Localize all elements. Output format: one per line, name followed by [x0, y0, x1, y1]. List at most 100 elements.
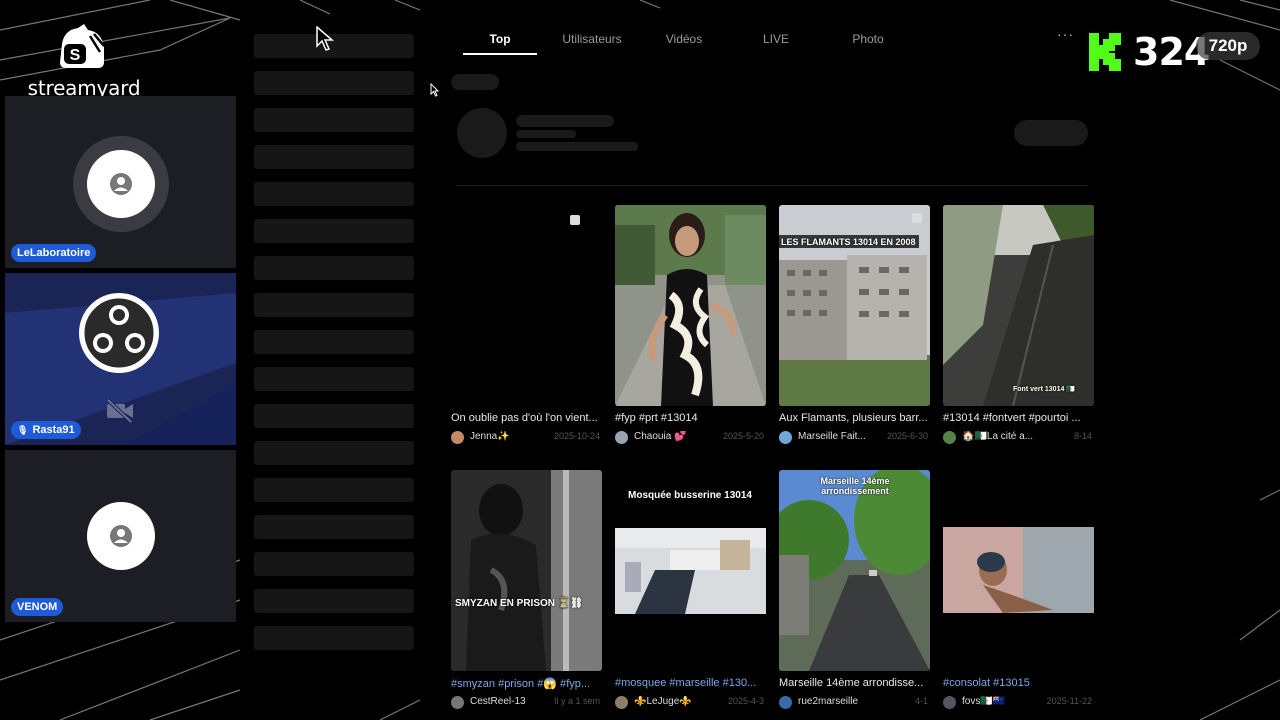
small-cursor-icon [430, 83, 439, 97]
participant-name-badge: VENOM [11, 598, 64, 616]
creator-avatar [779, 431, 792, 444]
post-date: 2025-4-3 [727, 696, 764, 706]
video-caption: Marseille 14ème arrondisse... [779, 677, 924, 689]
video-meta: Marseille Fait... 2025-6-30 [779, 430, 930, 446]
participant-tile[interactable]: VENOM [5, 450, 236, 622]
loading-sidebar [254, 34, 414, 663]
video-meta: ⚜️LeJuge⚜️ 2025-4-3 [615, 695, 766, 711]
participant-name: LeLaboratoire [17, 247, 91, 259]
streamyard-logo-icon: S [60, 24, 105, 68]
video-card[interactable]: #fyp #prt #13014 Chaouia 💕 2025-5-20 [615, 205, 766, 450]
creator-avatar [779, 696, 792, 709]
avatar [87, 150, 155, 218]
skeleton-item [254, 219, 414, 243]
user-icon [110, 525, 132, 547]
video-caption: Aux Flamants, plusieurs barr... [779, 412, 928, 424]
video-meta: rue2marseille 4-1 [779, 695, 930, 711]
skeleton-item [254, 441, 414, 465]
participant-tile[interactable]: LeLaboratoire [5, 96, 236, 268]
skeleton-item [254, 367, 414, 391]
avatar [87, 502, 155, 570]
user-icon [110, 173, 132, 195]
video-overlay-text: Marseille 14ème arrondissement [820, 476, 890, 496]
mic-icon: 🎙 [17, 425, 29, 435]
thumbnail-image [615, 205, 766, 406]
creator-name: CestReel-13 [470, 696, 526, 707]
quality-badge[interactable]: 720p [1196, 32, 1260, 60]
video-caption: #smyzan #prison #😱 #fyp... [451, 678, 591, 690]
search-tabs: Top Utilisateurs Vidéos LIVE Photo [463, 28, 1103, 56]
post-date: 4-1 [914, 696, 928, 706]
video-thumbnail[interactable]: SMYZAN EN PRISON ⏳⛓ [451, 470, 602, 671]
creator-avatar [451, 431, 464, 444]
creator-avatar [615, 696, 628, 709]
video-caption: #mosquee #marseille #130... [615, 677, 757, 689]
camera-off-icon [106, 398, 133, 424]
creator-avatar [615, 431, 628, 444]
post-date: 2025-6-30 [886, 431, 928, 441]
skeleton-line [516, 142, 638, 151]
video-meta: CestReel-13 Il y a 1 sem [451, 695, 602, 711]
participant-tile[interactable]: 🎙 Rasta91 [5, 273, 236, 445]
tab-live[interactable]: LIVE [739, 32, 813, 46]
skeleton-line [516, 115, 614, 127]
creator-avatar [943, 696, 956, 709]
video-card[interactable]: Font vert 13014 🇩🇿 #13014 #fontvert #pou… [943, 205, 1094, 450]
skeleton-item [254, 108, 414, 132]
thumbnail-image [779, 470, 930, 671]
video-thumbnail[interactable]: Mosquée busserine 13014 [615, 470, 766, 671]
video-thumbnail[interactable] [615, 205, 766, 406]
video-card[interactable]: LES FLAMANTS 13014 EN 2008 Aux Flamants,… [779, 205, 930, 450]
thumbnail-image [943, 470, 1094, 671]
photo-badge-icon [912, 213, 922, 223]
tab-top[interactable]: Top [463, 32, 537, 46]
video-meta: Jenna✨ 2025-10-24 [451, 430, 602, 446]
participant-name-badge: LeLaboratoire [11, 244, 97, 262]
skeleton-item [254, 293, 414, 317]
video-thumbnail[interactable]: Marseille 14ème arrondissement [779, 470, 930, 671]
post-date: Il y a 1 sem [553, 696, 600, 706]
skeleton-item [254, 182, 414, 206]
participant-name: VENOM [17, 601, 58, 613]
video-card[interactable]: SMYZAN EN PRISON ⏳⛓ #smyzan #prison #😱 #… [451, 470, 602, 715]
skeleton-item [254, 71, 414, 95]
skeleton-item [254, 145, 414, 169]
video-thumbnail[interactable]: LES FLAMANTS 13014 EN 2008 [779, 205, 930, 406]
video-meta: Chaouia 💕 2025-5-20 [615, 430, 766, 446]
video-caption: #fyp #prt #13014 [615, 412, 698, 424]
video-card[interactable]: On oublie pas d'où l'on vient... Jenna✨ … [451, 205, 602, 450]
skeleton-avatar [457, 108, 507, 158]
skeleton-item [254, 589, 414, 613]
creator-name: Marseille Fait... [798, 431, 866, 442]
thumbnail-image [451, 470, 602, 671]
skeleton-item [254, 34, 414, 58]
skeleton-item [254, 404, 414, 428]
video-thumbnail[interactable]: Font vert 13014 🇩🇿 [943, 205, 1094, 406]
video-thumbnail[interactable] [943, 470, 1094, 671]
participant-name-badge: 🎙 Rasta91 [11, 421, 81, 439]
creator-name: 🏠🇩🇿La cité a... [962, 431, 1034, 442]
obs-logo [79, 293, 159, 373]
post-date: 2025-10-24 [553, 431, 600, 441]
obs-icon [81, 295, 157, 371]
video-overlay-text: LES FLAMANTS 13014 EN 2008 [781, 237, 916, 247]
more-options-button[interactable]: ··· [1057, 26, 1074, 42]
skeleton-item [254, 552, 414, 576]
video-card[interactable]: #consolat #13015 fovs🇩🇿🇳🇿 2025-11-22 [943, 470, 1094, 715]
video-thumbnail[interactable] [451, 205, 602, 406]
tab-photo[interactable]: Photo [831, 32, 905, 46]
participant-name: Rasta91 [32, 424, 75, 436]
creator-avatar [451, 696, 464, 709]
creator-name: rue2marseille [798, 696, 859, 707]
video-meta: fovs🇩🇿🇳🇿 2025-11-22 [943, 695, 1094, 711]
video-caption: #13014 #fontvert #pourtoi ... [943, 412, 1081, 424]
video-caption: On oublie pas d'où l'on vient... [451, 412, 598, 424]
video-caption: #consolat #13015 [943, 677, 1030, 689]
video-meta: 🏠🇩🇿La cité a... 8-14 [943, 430, 1094, 446]
skeleton-button [1014, 120, 1088, 146]
tab-videos[interactable]: Vidéos [647, 32, 721, 46]
tab-users[interactable]: Utilisateurs [555, 32, 629, 46]
video-card[interactable]: Mosquée busserine 13014 #mosquee #marsei… [615, 470, 766, 715]
thumbnail-image [779, 205, 930, 406]
video-card[interactable]: Marseille 14ème arrondissement Marseille… [779, 470, 930, 715]
